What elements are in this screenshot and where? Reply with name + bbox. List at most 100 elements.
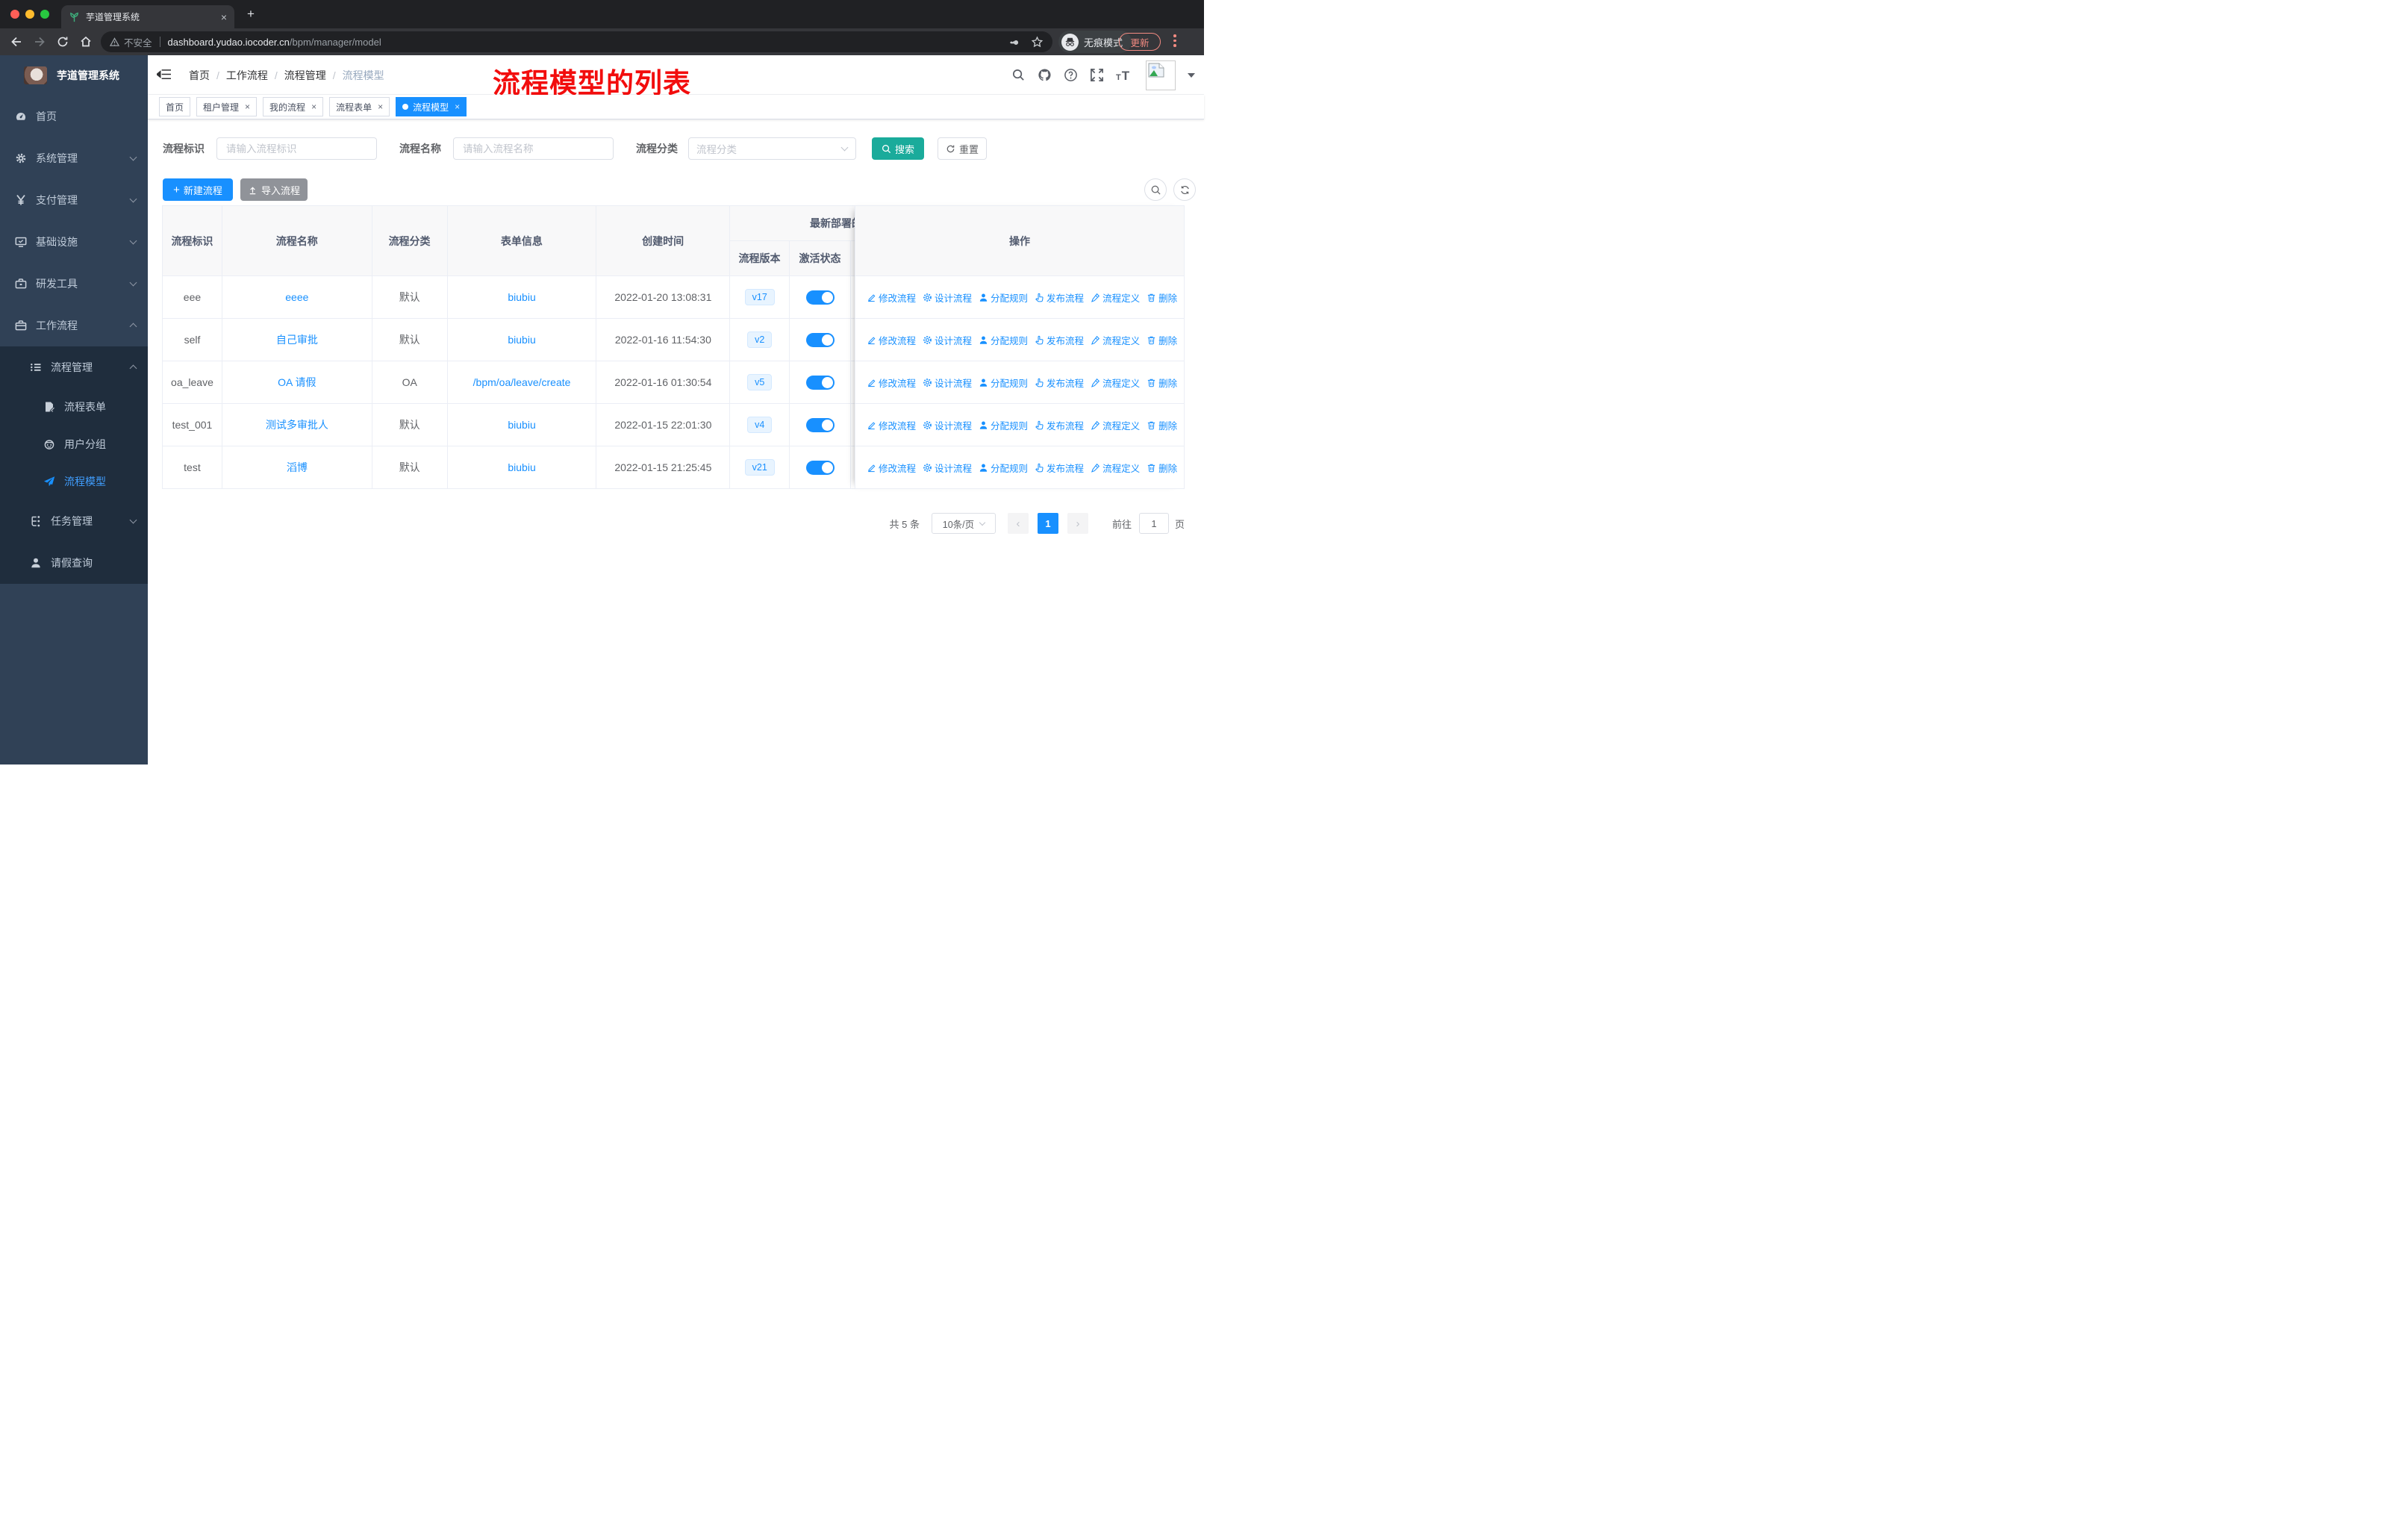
- form-info-link[interactable]: biubiu: [508, 461, 535, 473]
- font-size-icon[interactable]: TT: [1116, 68, 1134, 82]
- action-修改流程[interactable]: 修改流程: [867, 461, 916, 475]
- close-icon[interactable]: ×: [455, 102, 460, 112]
- caret-down-icon[interactable]: [1188, 72, 1195, 78]
- process-name-link[interactable]: eeee: [285, 291, 308, 303]
- process-name-link[interactable]: 自己审批: [276, 332, 318, 347]
- sidebar-item-基础设施[interactable]: 基础设施: [0, 221, 148, 263]
- action-修改流程[interactable]: 修改流程: [867, 376, 916, 390]
- user-avatar[interactable]: [1146, 60, 1176, 90]
- address-bar[interactable]: 不安全 dashboard.yudao.iocoder.cn/bpm/manag…: [101, 31, 1052, 52]
- tag-流程表单[interactable]: 流程表单 ×: [329, 97, 390, 116]
- sidebar-item-系统管理[interactable]: 系统管理: [0, 137, 148, 179]
- action-设计流程[interactable]: 设计流程: [923, 461, 972, 475]
- search-icon[interactable]: [1011, 68, 1026, 82]
- refresh-table-button[interactable]: [1173, 178, 1196, 201]
- form-info-link[interactable]: biubiu: [508, 419, 535, 431]
- prev-page-button[interactable]: ‹: [1007, 513, 1029, 534]
- form-info-link[interactable]: biubiu: [508, 291, 535, 303]
- reset-button[interactable]: 重置: [938, 137, 987, 160]
- action-设计流程[interactable]: 设计流程: [923, 418, 972, 432]
- form-info-link[interactable]: biubiu: [508, 334, 535, 346]
- bookmark-star-icon[interactable]: [1031, 36, 1044, 49]
- action-修改流程[interactable]: 修改流程: [867, 333, 916, 347]
- close-icon[interactable]: ×: [378, 102, 383, 112]
- filter-name-input[interactable]: [453, 137, 614, 160]
- active-toggle[interactable]: [805, 460, 835, 475]
- goto-page-input[interactable]: [1138, 513, 1169, 534]
- sidebar-item-研发工具[interactable]: 研发工具: [0, 263, 148, 305]
- close-icon[interactable]: ×: [311, 102, 316, 112]
- minimize-window-button[interactable]: [25, 10, 34, 19]
- process-name-link[interactable]: OA 请假: [278, 375, 316, 390]
- action-发布流程[interactable]: 发布流程: [1035, 333, 1084, 347]
- active-toggle[interactable]: [805, 332, 835, 347]
- action-流程定义[interactable]: 流程定义: [1091, 290, 1140, 305]
- sidebar-item-支付管理[interactable]: 支付管理: [0, 179, 148, 221]
- browser-menu-icon[interactable]: [1173, 34, 1176, 47]
- action-发布流程[interactable]: 发布流程: [1035, 461, 1084, 475]
- action-删除[interactable]: 删除: [1147, 461, 1177, 475]
- action-分配规则[interactable]: 分配规则: [979, 333, 1028, 347]
- chrome-update-button[interactable]: 更新: [1119, 33, 1161, 51]
- close-icon[interactable]: ×: [245, 102, 250, 112]
- action-设计流程[interactable]: 设计流程: [923, 376, 972, 390]
- forward-icon[interactable]: [33, 35, 46, 49]
- active-toggle[interactable]: [805, 417, 835, 432]
- tag-租户管理[interactable]: 租户管理 ×: [196, 97, 258, 116]
- next-page-button[interactable]: ›: [1067, 513, 1088, 534]
- sidebar-item-用户分组[interactable]: 用户分组: [0, 426, 148, 463]
- sidebar-item-流程管理[interactable]: 流程管理: [0, 346, 148, 388]
- action-删除[interactable]: 删除: [1147, 333, 1177, 347]
- action-删除[interactable]: 删除: [1147, 290, 1177, 305]
- filter-key-input[interactable]: [216, 137, 377, 160]
- home-icon[interactable]: [79, 35, 93, 49]
- active-toggle[interactable]: [805, 290, 835, 305]
- action-流程定义[interactable]: 流程定义: [1091, 461, 1140, 475]
- sidebar-item-工作流程[interactable]: 工作流程: [0, 305, 148, 346]
- new-tab-button[interactable]: +: [243, 7, 258, 22]
- back-icon[interactable]: [10, 35, 23, 49]
- search-button[interactable]: 搜索: [872, 137, 924, 160]
- tag-首页[interactable]: 首页: [159, 97, 191, 116]
- reload-icon[interactable]: [56, 35, 69, 49]
- action-设计流程[interactable]: 设计流程: [923, 290, 972, 305]
- process-name-link[interactable]: 测试多审批人: [266, 417, 328, 432]
- action-删除[interactable]: 删除: [1147, 376, 1177, 390]
- action-流程定义[interactable]: 流程定义: [1091, 333, 1140, 347]
- form-info-link[interactable]: /bpm/oa/leave/create: [473, 376, 571, 388]
- active-toggle[interactable]: [805, 375, 835, 390]
- action-发布流程[interactable]: 发布流程: [1035, 418, 1084, 432]
- sidebar-item-请假查询[interactable]: 请假查询: [0, 542, 148, 584]
- zoom-window-button[interactable]: [40, 10, 49, 19]
- create-process-button[interactable]: + 新建流程: [163, 178, 233, 201]
- action-发布流程[interactable]: 发布流程: [1035, 376, 1084, 390]
- tag-流程模型[interactable]: 流程模型 ×: [396, 97, 467, 116]
- action-分配规则[interactable]: 分配规则: [979, 290, 1028, 305]
- sidebar-logo[interactable]: 芋道管理系统: [0, 55, 148, 96]
- sidebar-item-任务管理[interactable]: 任务管理: [0, 500, 148, 542]
- key-icon[interactable]: [1008, 36, 1020, 49]
- action-修改流程[interactable]: 修改流程: [867, 418, 916, 432]
- action-删除[interactable]: 删除: [1147, 418, 1177, 432]
- tag-我的流程[interactable]: 我的流程 ×: [263, 97, 324, 116]
- action-发布流程[interactable]: 发布流程: [1035, 290, 1084, 305]
- hamburger-icon[interactable]: [157, 68, 171, 81]
- action-分配规则[interactable]: 分配规则: [979, 418, 1028, 432]
- help-icon[interactable]: [1064, 68, 1078, 82]
- sidebar-item-流程表单[interactable]: 流程表单: [0, 388, 148, 426]
- action-修改流程[interactable]: 修改流程: [867, 290, 916, 305]
- current-page[interactable]: 1: [1037, 513, 1058, 534]
- action-流程定义[interactable]: 流程定义: [1091, 418, 1140, 432]
- action-设计流程[interactable]: 设计流程: [923, 333, 972, 347]
- sidebar-item-首页[interactable]: 首页: [0, 96, 148, 137]
- page-size-select[interactable]: 10条/页: [931, 513, 996, 534]
- action-分配规则[interactable]: 分配规则: [979, 461, 1028, 475]
- github-icon[interactable]: [1038, 68, 1052, 82]
- show-search-button[interactable]: [1144, 178, 1167, 201]
- breadcrumb-process-mgmt[interactable]: 流程管理: [284, 68, 326, 83]
- sidebar-item-流程模型[interactable]: 流程模型: [0, 463, 148, 500]
- fullscreen-icon[interactable]: [1090, 68, 1104, 82]
- import-process-button[interactable]: 导入流程: [240, 178, 308, 201]
- action-流程定义[interactable]: 流程定义: [1091, 376, 1140, 390]
- breadcrumb-workflow[interactable]: 工作流程: [226, 68, 268, 83]
